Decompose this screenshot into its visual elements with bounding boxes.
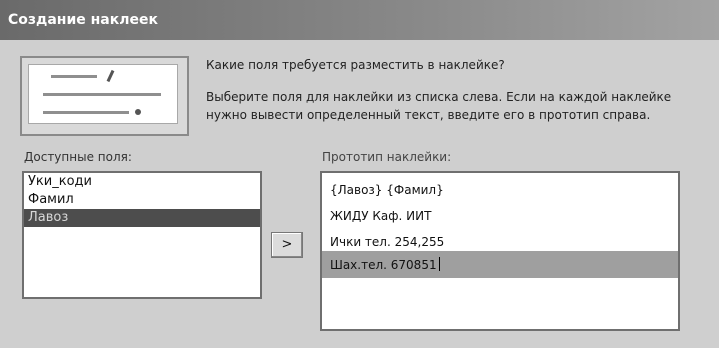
field-item[interactable]: Фамил bbox=[24, 191, 260, 209]
available-fields-list[interactable]: Уки_коди Фамил Лавоз bbox=[22, 171, 262, 299]
instruction-line-1: Выберите поля для наклейки из списка сле… bbox=[206, 90, 672, 104]
field-item[interactable]: Уки_коди bbox=[24, 173, 260, 191]
question-text: Какие поля требуется разместить в наклей… bbox=[206, 58, 505, 72]
available-fields-label: Доступные поля: bbox=[24, 150, 132, 164]
field-item-selected[interactable]: Лавоз bbox=[24, 209, 260, 227]
prototype-line[interactable]: {Лавоз} {Фамил} bbox=[330, 183, 444, 197]
add-field-button[interactable]: > bbox=[271, 232, 303, 258]
title-bar: Создание наклеек bbox=[0, 0, 719, 40]
prototype-line[interactable]: Ички тел. 254,255 bbox=[330, 235, 444, 249]
label-wizard-dialog: Создание наклеек Какие поля требуется ра… bbox=[0, 0, 719, 348]
prototype-label: Прототип наклейки: bbox=[322, 150, 452, 164]
instruction-text: Выберите поля для наклейки из списка сле… bbox=[206, 88, 706, 124]
window-title: Создание наклеек bbox=[8, 12, 159, 28]
text-caret bbox=[438, 257, 440, 271]
prototype-line-text: Шах.тел. 670851 bbox=[330, 258, 437, 272]
instruction-line-2: нужно вывести определенный текст, введит… bbox=[206, 108, 651, 122]
prototype-line[interactable]: ЖИДУ Каф. ИИТ bbox=[330, 209, 431, 223]
prototype-editor[interactable]: {Лавоз} {Фамил} ЖИДУ Каф. ИИТ Ички тел. … bbox=[320, 171, 680, 331]
prototype-line-active[interactable]: Шах.тел. 670851 bbox=[330, 257, 440, 272]
label-illustration-icon bbox=[20, 56, 189, 136]
